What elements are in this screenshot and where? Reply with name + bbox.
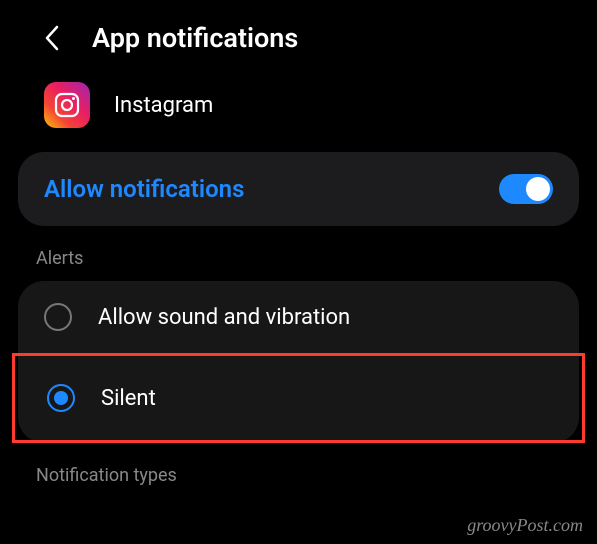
notification-types-section-label: Notification types <box>0 443 597 498</box>
watermark: groovyPost.com <box>467 515 583 536</box>
header: App notifications <box>0 0 597 72</box>
instagram-icon <box>44 82 90 128</box>
allow-notifications-toggle[interactable] <box>499 174 553 204</box>
radio-allow-sound[interactable]: Allow sound and vibration <box>18 281 579 353</box>
radio-circle-icon <box>47 384 75 412</box>
alerts-section-label: Alerts <box>0 226 597 281</box>
back-icon[interactable] <box>40 26 64 50</box>
toggle-knob <box>526 177 550 201</box>
radio-label: Allow sound and vibration <box>98 305 350 330</box>
app-row: Instagram <box>0 72 597 152</box>
radio-circle-icon <box>44 303 72 331</box>
allow-notifications-label: Allow notifications <box>44 175 244 203</box>
radio-silent[interactable]: Silent <box>12 353 585 443</box>
app-name: Instagram <box>114 93 213 118</box>
alerts-radio-group: Allow sound and vibration Silent <box>18 281 579 443</box>
page-title: App notifications <box>92 22 298 54</box>
radio-dot-icon <box>54 391 68 405</box>
radio-label: Silent <box>101 386 156 411</box>
allow-notifications-card: Allow notifications <box>18 152 579 226</box>
